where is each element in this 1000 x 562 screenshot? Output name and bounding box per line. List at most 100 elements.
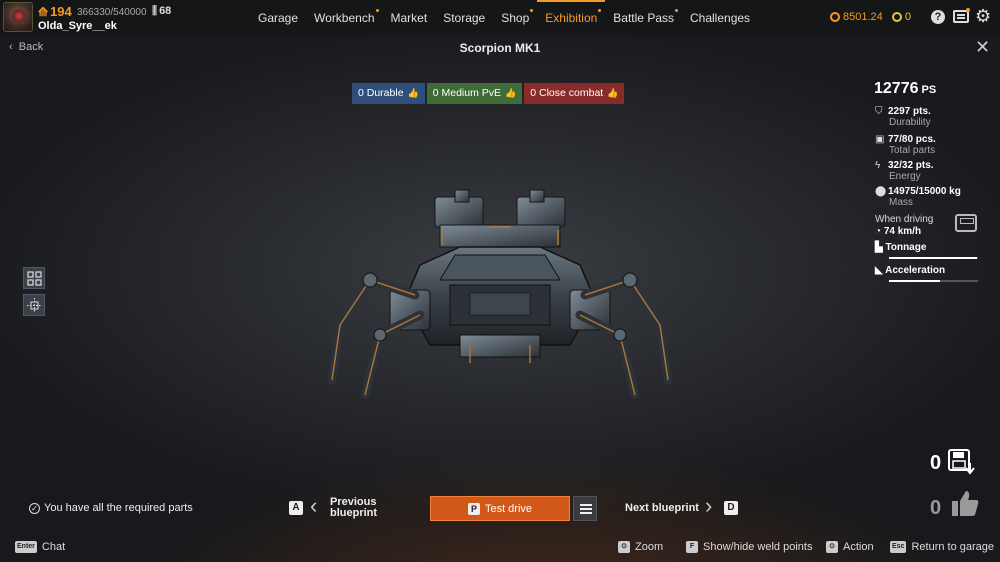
ps-unit: PS: [921, 84, 937, 96]
test-drive-button[interactable]: P Test drive: [430, 496, 570, 521]
vehicle-icon: [955, 214, 977, 232]
power-score: 12776 PS: [874, 80, 936, 98]
likes-count: 0: [930, 497, 942, 519]
nav-shop[interactable]: Shop: [493, 0, 537, 36]
top-bar: ⟰ 194 366330/540000 ⫼ 68 Olda_Syre__ek Gar…: [0, 0, 1000, 36]
tag-medium-pve[interactable]: 0 Medium PvE 👍: [426, 83, 523, 104]
required-parts-status: ✓ You have all the required parts: [29, 502, 193, 514]
tag-close-combat[interactable]: 0 Close combat 👍: [524, 83, 625, 104]
chevron-left-icon[interactable]: ‹: [310, 495, 317, 517]
stat-label: Total parts: [889, 145, 936, 156]
zoom-hint: ⊙ Zoom: [618, 541, 663, 553]
center-view-button[interactable]: [23, 294, 45, 316]
nav-storage[interactable]: Storage: [435, 0, 493, 36]
nav-label: Battle Pass: [613, 11, 674, 25]
stat-value: 77/80 pcs.: [888, 134, 936, 145]
save-blueprint-icon[interactable]: [948, 449, 976, 475]
stat-mass: ⬤ 14975/15000 kg Mass: [875, 186, 961, 208]
like-icon[interactable]: [950, 488, 980, 518]
stat-label: Mass: [889, 197, 913, 208]
notification-dot: [675, 9, 678, 12]
speed-text: 74 km/h: [883, 226, 922, 237]
zoom-label: Zoom: [635, 541, 664, 553]
player-name[interactable]: Olda_Syre__ek: [38, 20, 117, 32]
tag-durable[interactable]: 0 Durable 👍: [352, 83, 425, 104]
esc-key-hint: Esc: [890, 541, 907, 553]
player-level-value: 194: [50, 4, 72, 19]
nav-label: Workbench: [314, 11, 375, 25]
stat-value: 14975/15000 kg: [888, 186, 961, 197]
nav-workbench[interactable]: Workbench: [306, 0, 382, 36]
gear-icon[interactable]: ⚙: [975, 7, 991, 25]
rank-icon: ⫼: [152, 5, 158, 17]
saves-count: 0: [930, 452, 942, 474]
chat-label: Chat: [41, 541, 66, 553]
notification-dot: [966, 8, 970, 12]
nav-market[interactable]: Market: [383, 0, 436, 36]
nav-label: Shop: [501, 11, 530, 25]
page-title: Scorpion MK1: [459, 41, 541, 55]
close-icon[interactable]: ✕: [975, 38, 990, 56]
notification-dot: [530, 9, 534, 12]
nav-label: Market: [390, 11, 428, 25]
speed-value: ◔ 74 km/h: [875, 226, 921, 237]
stat-durability: ⛉ 2297 pts. Durability: [875, 106, 931, 128]
menu-icon: [580, 508, 592, 510]
tonnage-bar-fill: [889, 257, 978, 259]
level-icon: ⟰: [38, 5, 49, 19]
notification-dot: [598, 9, 602, 12]
chevron-right-icon[interactable]: ›: [705, 495, 712, 517]
tonnage-text: Tonnage: [885, 242, 927, 253]
stat-label: Energy: [889, 171, 921, 182]
test-drive-label: Test drive: [484, 502, 533, 515]
nav-challenges[interactable]: Challenges: [682, 0, 758, 36]
acceleration-bar: [889, 280, 978, 282]
nav-exhibition[interactable]: Exhibition: [537, 0, 606, 36]
vehicle-model[interactable]: [320, 185, 680, 410]
speedometer-icon: ◔: [875, 226, 882, 237]
required-parts-text: You have all the required parts: [44, 502, 193, 514]
gold-value: 0: [905, 11, 912, 23]
stat-energy: ϟ 32/32 pts. Energy: [875, 160, 934, 182]
player-xp: 366330/540000: [77, 7, 147, 18]
player-level: ⟰ 194: [38, 4, 72, 19]
menu-button[interactable]: [573, 496, 597, 521]
mouse-icon: ⊙: [618, 541, 630, 553]
lightning-icon: ϟ: [875, 160, 881, 171]
return-to-garage-button[interactable]: Esc Return to garage: [890, 541, 994, 553]
check-icon: ✓: [29, 502, 40, 514]
mouse-icon: ⊙: [826, 541, 838, 553]
tag-label: 0 Close combat: [530, 87, 604, 99]
thumbs-up-icon: 👍: [505, 88, 517, 98]
coins-value: 8501.24: [843, 11, 883, 23]
acceleration-label: ◣ Acceleration: [875, 265, 945, 276]
main-nav: Garage Workbench Market Storage Shop Exh…: [250, 0, 758, 36]
grid-view-button[interactable]: [23, 267, 45, 289]
help-icon[interactable]: ?: [931, 10, 945, 24]
previous-blueprint-button[interactable]: Previous blueprint: [330, 497, 390, 519]
player-rank: ⫼ 68: [152, 5, 171, 18]
chat-key-hint: Enter: [15, 541, 37, 553]
driving-label: When driving: [875, 214, 934, 225]
menu-icon: [580, 504, 592, 506]
shield-icon: ⛉: [875, 106, 883, 117]
test-drive-key-hint: P: [467, 502, 480, 515]
gold-balance[interactable]: 0: [892, 11, 911, 23]
stat-value: 2297 pts.: [888, 106, 931, 117]
thumbs-up-icon: 👍: [407, 88, 419, 98]
gold-icon: [892, 12, 902, 22]
grid-icon: [27, 271, 42, 286]
tag-label: 0 Durable: [358, 87, 404, 99]
coins-balance[interactable]: 8501.24: [830, 11, 883, 23]
nav-label: Garage: [258, 11, 299, 25]
avatar[interactable]: [3, 2, 33, 32]
action-label: Action: [843, 541, 874, 553]
next-blueprint-button[interactable]: Next blueprint: [625, 502, 699, 514]
crosshair-icon: [27, 298, 42, 313]
chat-button[interactable]: Enter Chat: [15, 541, 65, 553]
weld-points-toggle[interactable]: F Show/hide weld points: [686, 541, 812, 553]
thumbs-up-icon: 👍: [607, 88, 619, 98]
acceleration-text: Acceleration: [885, 265, 946, 276]
nav-battle-pass[interactable]: Battle Pass: [605, 0, 682, 36]
nav-garage[interactable]: Garage: [250, 0, 306, 36]
